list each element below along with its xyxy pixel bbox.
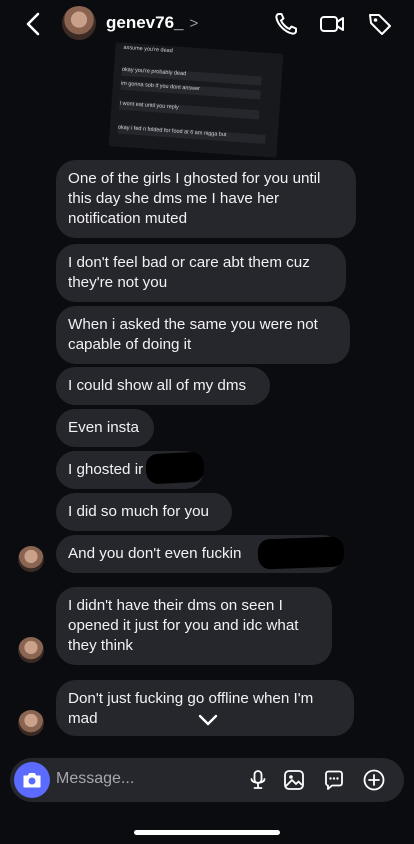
tag-icon[interactable]: [366, 10, 394, 38]
home-indicator[interactable]: [134, 830, 280, 835]
microphone-icon[interactable]: [246, 768, 270, 792]
chat-header: genev76_ >: [0, 0, 414, 48]
message-bubble[interactable]: I don't feel bad or care abt them cuz th…: [56, 244, 346, 302]
avatar[interactable]: [18, 546, 44, 572]
message-bubble[interactable]: When i asked the same you were not capab…: [56, 306, 350, 364]
message-input[interactable]: Message...: [56, 770, 134, 788]
chevron-down-icon[interactable]: [194, 706, 222, 734]
message-bubble[interactable]: One of the girls I ghosted for you until…: [56, 160, 356, 238]
avatar[interactable]: [18, 637, 44, 663]
username-link[interactable]: genev76_ >: [106, 13, 198, 33]
gallery-icon[interactable]: [282, 768, 306, 792]
camera-icon[interactable]: [14, 762, 50, 798]
avatar[interactable]: [18, 710, 44, 736]
message-composer: Message...: [10, 758, 404, 802]
phone-icon[interactable]: [272, 10, 300, 38]
redaction-scribble: [145, 451, 205, 485]
screenshot-line: I wont eat until you reply: [119, 100, 260, 120]
chevron-right-icon: >: [189, 15, 199, 32]
message-bubble[interactable]: Even insta: [56, 409, 154, 447]
sticker-icon[interactable]: [322, 768, 346, 792]
video-icon[interactable]: [318, 10, 346, 38]
avatar[interactable]: [62, 6, 96, 40]
screenshot-line: okay i fed n folded for food at 6 am nig…: [117, 124, 266, 144]
screenshot-line: assume you're dead: [123, 44, 173, 55]
message-bubble[interactable]: I could show all of my dms: [56, 367, 270, 405]
username: genev76_: [106, 13, 184, 32]
redaction-scribble: [257, 536, 345, 570]
back-icon[interactable]: [24, 11, 42, 41]
add-icon[interactable]: [362, 768, 386, 792]
shared-screenshot[interactable]: assume you're dead okay you're probably …: [108, 42, 284, 158]
message-bubble[interactable]: I did so much for you: [56, 493, 232, 531]
message-bubble[interactable]: I didn't have their dms on seen I opened…: [56, 587, 332, 665]
